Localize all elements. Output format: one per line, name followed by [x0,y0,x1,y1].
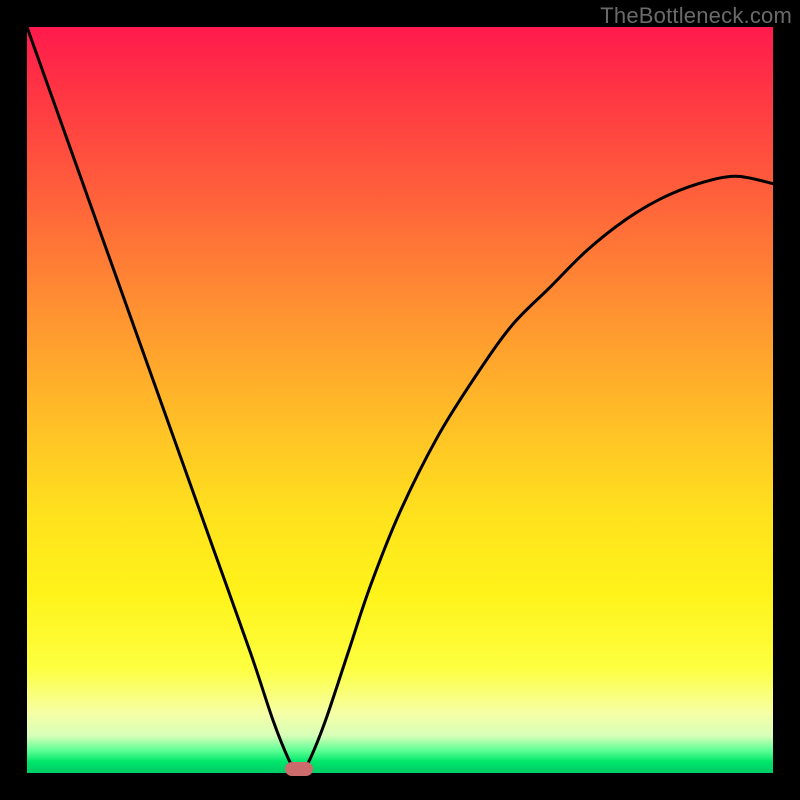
plot-area [27,27,773,773]
curve-path [27,27,773,771]
chart-frame: TheBottleneck.com [0,0,800,800]
optimum-marker [285,762,313,776]
watermark-text: TheBottleneck.com [600,3,792,29]
curve-svg [27,27,773,773]
